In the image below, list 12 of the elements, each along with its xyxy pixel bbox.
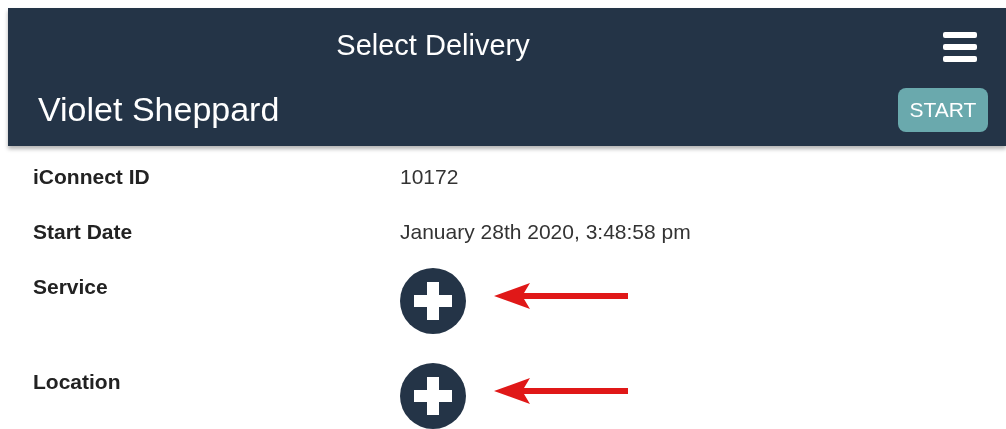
start-button[interactable]: START: [898, 87, 988, 132]
customer-name: Violet Sheppard: [38, 89, 280, 130]
field-label: iConnect ID: [33, 164, 151, 190]
field-label: Location: [33, 369, 122, 395]
field-label: Start Date: [33, 219, 134, 245]
field-label: Service: [33, 274, 109, 300]
field-value: January 28th 2020, 3:48:58 pm: [400, 219, 691, 245]
add-icon[interactable]: [400, 363, 466, 429]
page-title: Select Delivery: [336, 28, 530, 64]
menu-icon[interactable]: [943, 32, 977, 62]
field-value: 10172: [400, 164, 459, 190]
add-icon[interactable]: [400, 268, 466, 334]
